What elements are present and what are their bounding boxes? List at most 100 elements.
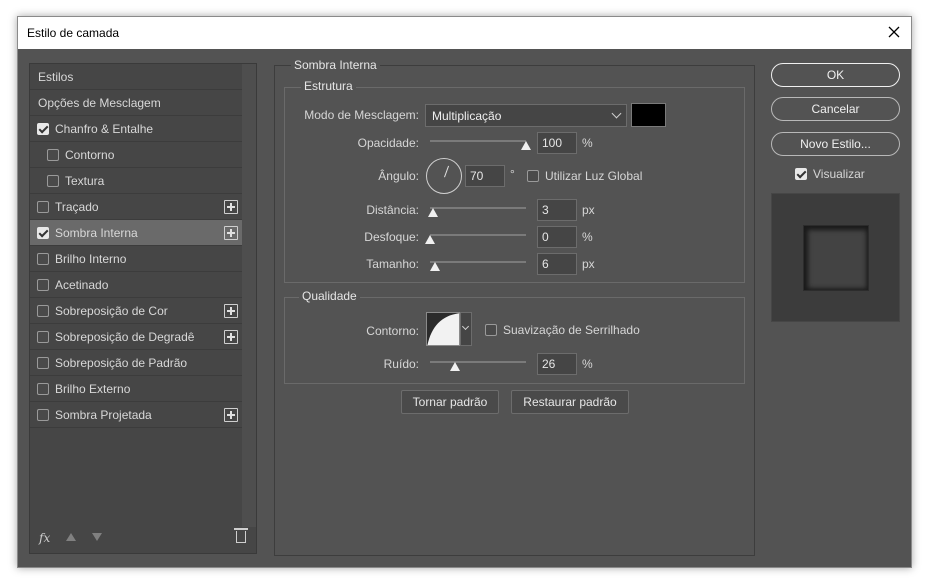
add-icon[interactable]: [224, 304, 238, 318]
section-title: Sombra Interna: [291, 58, 380, 72]
effect-checkbox[interactable]: [37, 226, 49, 239]
sidebar-item-label: Sobreposição de Padrão: [55, 355, 188, 370]
global-light-label: Utilizar Luz Global: [545, 169, 643, 183]
new-style-button[interactable]: Novo Estilo...: [771, 132, 900, 156]
title-bar: Estilo de camada: [18, 17, 911, 49]
ok-button[interactable]: OK: [771, 63, 900, 87]
distance-input[interactable]: 3: [537, 199, 577, 221]
reset-default-button[interactable]: Restaurar padrão: [511, 390, 629, 414]
add-icon[interactable]: [224, 226, 238, 240]
sidebar-item[interactable]: Chanfro & Entalhe: [30, 116, 242, 142]
global-light-toggle[interactable]: Utilizar Luz Global: [527, 169, 642, 183]
slider-thumb[interactable]: [427, 208, 438, 217]
add-icon[interactable]: [224, 200, 238, 214]
move-down-icon[interactable]: [92, 533, 102, 541]
slider-thumb[interactable]: [429, 262, 440, 271]
sidebar-item-label: Brilho Interno: [55, 251, 127, 266]
choke-unit: %: [582, 230, 593, 244]
sidebar-item[interactable]: Acetinado: [30, 272, 242, 298]
effect-checkbox[interactable]: [37, 252, 49, 265]
noise-label: Ruído:: [383, 357, 419, 371]
add-icon[interactable]: [224, 408, 238, 422]
sidebar-item[interactable]: Sobreposição de Cor: [30, 298, 242, 324]
sidebar-item[interactable]: Traçado: [30, 194, 242, 220]
sidebar-item-label: Opções de Mesclagem: [38, 95, 161, 110]
antialias-checkbox[interactable]: [485, 324, 497, 336]
size-slider[interactable]: [429, 257, 526, 271]
trash-icon[interactable]: [234, 528, 248, 543]
close-icon[interactable]: [885, 23, 903, 41]
slider-track: [430, 140, 526, 142]
distance-label: Distância:: [366, 203, 419, 217]
sidebar-item[interactable]: Sobreposição de Degradê: [30, 324, 242, 350]
slider-thumb[interactable]: [425, 235, 435, 244]
angle-unit: °: [510, 167, 515, 181]
preview-label: Visualizar: [813, 167, 865, 181]
slider-thumb[interactable]: [521, 141, 531, 150]
effect-checkbox[interactable]: [47, 148, 59, 161]
antialias-toggle[interactable]: Suavização de Serrilhado: [485, 323, 640, 337]
choke-slider[interactable]: [425, 230, 526, 244]
sidebar-item-label: Chanfro & Entalhe: [55, 121, 154, 136]
size-input[interactable]: 6: [537, 253, 577, 275]
list-scrollbar[interactable]: [242, 64, 256, 527]
make-default-button[interactable]: Tornar padrão: [401, 390, 499, 414]
preview-toggle[interactable]: Visualizar: [795, 167, 865, 181]
sidebar-item[interactable]: Brilho Externo: [30, 376, 242, 402]
sidebar-item-label: Traçado: [55, 199, 99, 214]
sidebar-item-blending-options[interactable]: Opções de Mesclagem: [30, 90, 242, 116]
add-icon[interactable]: [224, 330, 238, 344]
angle-input[interactable]: 70: [465, 165, 505, 187]
opacity-input[interactable]: 100: [537, 132, 577, 154]
fx-icon[interactable]: fx: [39, 531, 50, 545]
effect-checkbox[interactable]: [37, 200, 49, 213]
cancel-button[interactable]: Cancelar: [771, 97, 900, 121]
distance-unit: px: [582, 203, 595, 217]
opacity-slider[interactable]: [430, 136, 531, 150]
noise-slider[interactable]: [430, 357, 526, 371]
sidebar-item-styles[interactable]: Estilos: [30, 64, 242, 90]
list-footer: fx: [30, 525, 256, 553]
sidebar-item[interactable]: Contorno: [30, 142, 242, 168]
slider-thumb[interactable]: [449, 362, 460, 371]
blend-mode-value: Multiplicação: [432, 109, 502, 123]
shadow-color-swatch[interactable]: [631, 103, 666, 127]
slider-track: [430, 261, 526, 263]
sidebar-item-label: Acetinado: [55, 277, 109, 292]
effect-checkbox[interactable]: [37, 382, 49, 395]
sidebar-item[interactable]: Brilho Interno: [30, 246, 242, 272]
contour-preview[interactable]: [426, 312, 460, 346]
style-preview: [771, 193, 900, 322]
contour-dropdown[interactable]: [460, 312, 472, 346]
size-unit: px: [582, 257, 595, 271]
global-light-checkbox[interactable]: [527, 170, 539, 182]
effect-checkbox[interactable]: [37, 356, 49, 369]
inner-shadow-panel: Sombra Interna Estrutura Modo de Mesclag…: [274, 58, 755, 556]
choke-input[interactable]: 0: [537, 226, 577, 248]
effect-checkbox[interactable]: [37, 122, 49, 135]
effect-checkbox[interactable]: [37, 304, 49, 317]
sidebar-item-label: Sobreposição de Cor: [55, 303, 168, 318]
sidebar-item[interactable]: Sobreposição de Padrão: [30, 350, 242, 376]
preview-checkbox[interactable]: [795, 168, 807, 180]
preview-thumbnail: [803, 225, 869, 291]
effect-checkbox[interactable]: [37, 330, 49, 343]
noise-input[interactable]: 26: [537, 353, 577, 375]
angle-label: Ângulo:: [378, 169, 419, 183]
sidebar-item-label: Sombra Projetada: [55, 407, 152, 422]
distance-slider[interactable]: [427, 203, 526, 217]
sidebar-item[interactable]: Sombra Interna: [30, 220, 242, 246]
effect-checkbox[interactable]: [37, 408, 49, 421]
angle-dial[interactable]: [426, 158, 462, 194]
layer-style-dialog: Estilo de camada Estilos Opções de Mescl…: [17, 16, 912, 568]
effect-checkbox[interactable]: [47, 174, 59, 187]
sidebar-item[interactable]: Textura: [30, 168, 242, 194]
sidebar-item[interactable]: Sombra Projetada: [30, 402, 242, 428]
structure-legend: Estrutura: [301, 79, 356, 93]
sidebar-item-label: Contorno: [65, 147, 115, 162]
contour-curve-icon: [427, 313, 459, 345]
sidebar-item-label: Sombra Interna: [55, 225, 138, 240]
blend-mode-select[interactable]: Multiplicação: [425, 104, 627, 127]
effect-checkbox[interactable]: [37, 278, 49, 291]
move-up-icon[interactable]: [66, 533, 76, 541]
